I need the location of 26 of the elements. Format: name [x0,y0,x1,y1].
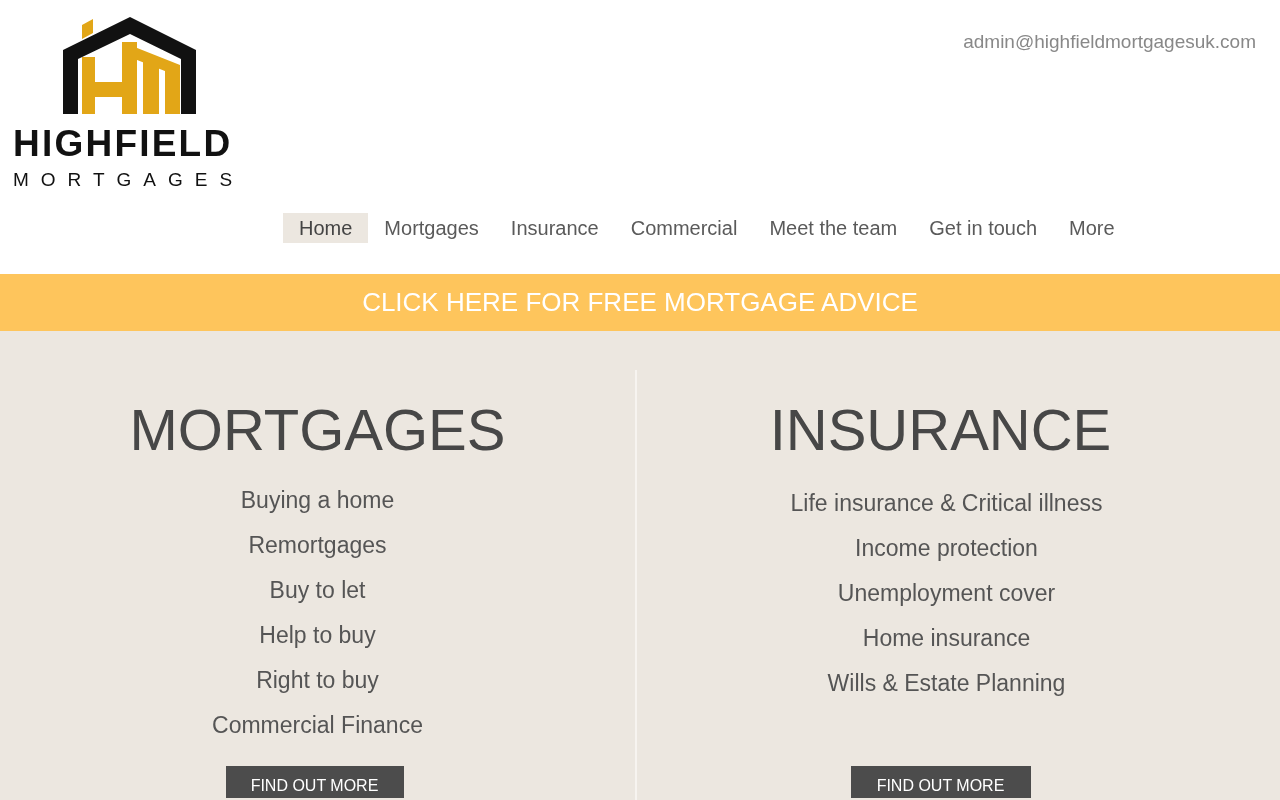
section-heading: MORTGAGES [129,396,506,464]
nav-tab[interactable]: Meet the team [753,213,914,243]
service-link[interactable]: Remortgages [248,523,387,568]
service-link[interactable]: Unemployment cover [837,571,1056,616]
nav-tab[interactable]: Commercial [614,213,754,243]
service-link[interactable]: Life insurance & Critical illness [790,481,1103,526]
service-link[interactable]: Right to buy [256,658,379,703]
nav-tab[interactable]: Mortgages [368,213,495,243]
service-link[interactable]: Home insurance [862,616,1031,661]
logo-wordmark: HIGHFIELD [13,126,234,162]
nav-tab[interactable]: Insurance [494,213,615,243]
logo-tagline: MORTGAGES [13,170,240,190]
service-link[interactable]: Help to buy [259,613,376,658]
find-out-more-button[interactable]: FIND OUT MORE [850,766,1031,798]
service-link[interactable]: Buying a home [240,478,395,523]
nav-tab[interactable]: More [1053,213,1131,243]
nav-tab[interactable]: Home [283,213,369,243]
service-link[interactable]: Buy to let [269,568,366,613]
service-link[interactable]: Commercial Finance [212,703,423,748]
find-out-more-button[interactable]: FIND OUT MORE [225,766,404,798]
house-logo-icon [63,17,196,114]
section-heading: INSURANCE [769,396,1112,464]
service-link[interactable]: Income protection [855,526,1038,571]
nav-tab[interactable]: Get in touch [913,213,1054,243]
service-link[interactable]: Wills & Estate Planning [827,661,1066,706]
email-link[interactable]: admin@highfieldmortgagesuk.com [963,30,1256,54]
